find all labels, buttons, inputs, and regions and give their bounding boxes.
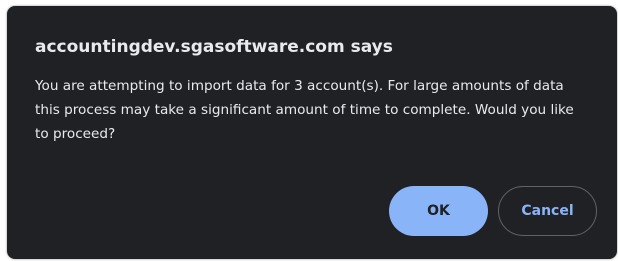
page: accountingdev.sgasoftware.com says You a… [0,0,618,261]
dialog-title: accountingdev.sgasoftware.com says [35,37,393,57]
cancel-button[interactable]: Cancel [498,186,597,236]
ok-button[interactable]: OK [389,186,488,236]
dialog-message: You are attempting to import data for 3 … [35,78,574,142]
dialog-buttons: OK Cancel [389,186,597,236]
confirm-dialog: accountingdev.sgasoftware.com says You a… [7,6,617,259]
